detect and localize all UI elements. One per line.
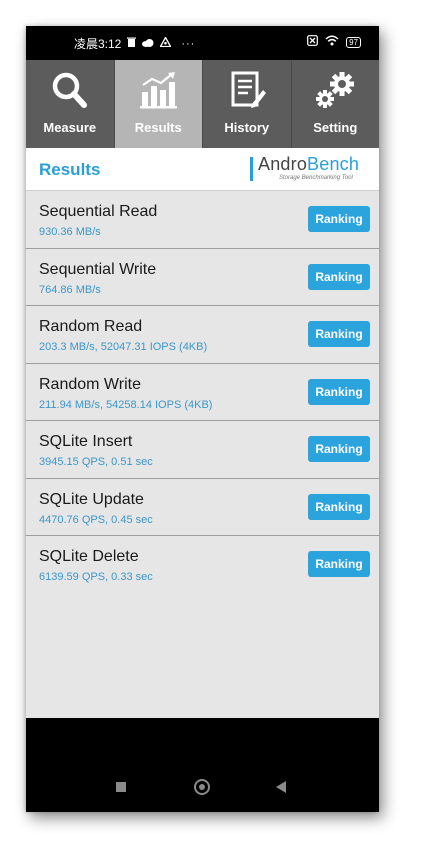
logo-wordmark: AndroBench (258, 154, 359, 175)
result-row-sqlite-insert: SQLite Insert 3945.15 QPS, 0.51 sec Rank… (26, 421, 379, 479)
more-icon: ··· (181, 37, 196, 50)
logo-subtitle: Storage Benchmarking Tool (279, 175, 353, 181)
ranking-button[interactable]: Ranking (308, 493, 370, 520)
result-row-sequential-write: Sequential Write 764.86 MB/s Ranking (26, 249, 379, 306)
result-value: 4470.76 QPS, 0.45 sec (39, 513, 153, 526)
result-title: SQLite Update (39, 490, 144, 508)
tab-setting-label: Setting (313, 120, 358, 135)
tab-setting[interactable]: Setting (292, 60, 380, 148)
results-list: Sequential Read 930.36 MB/s Ranking Sequ… (26, 191, 379, 718)
result-row-random-write: Random Write 211.94 MB/s, 54258.14 IOPS … (26, 364, 379, 421)
result-row-sequential-read: Sequential Read 930.36 MB/s Ranking (26, 191, 379, 249)
tab-history[interactable]: History (203, 60, 292, 148)
recents-button[interactable] (116, 782, 126, 792)
ranking-button[interactable]: Ranking (308, 206, 370, 232)
tab-measure-label: Measure (43, 120, 97, 135)
result-value: 211.94 MB/s, 54258.14 IOPS (4KB) (39, 398, 213, 411)
ranking-button[interactable]: Ranking (308, 551, 370, 577)
result-value: 203.3 MB/s, 52047.31 IOPS (4KB) (39, 341, 208, 353)
result-row-random-read: Random Read 203.3 MB/s, 52047.31 IOPS (4… (26, 306, 379, 364)
tab-history-label: History (224, 120, 270, 135)
result-title: SQLite Delete (39, 548, 139, 565)
page-title: Results (39, 160, 101, 179)
logo-part1: Andro (258, 154, 308, 174)
status-bar: 凌晨3:12 ··· 97 (26, 26, 379, 60)
bottom-area (26, 718, 379, 812)
logo-part2: Bench (307, 154, 360, 174)
recycle-icon (159, 35, 172, 51)
status-time: 凌晨3:12 (74, 37, 122, 51)
status-left: 凌晨3:12 ··· (74, 35, 195, 52)
tab-results[interactable]: Results (114, 60, 203, 148)
tab-measure[interactable]: Measure (26, 60, 115, 148)
ranking-button[interactable]: Ranking (308, 321, 370, 347)
status-right: 97 (307, 35, 361, 50)
battery-icon: 97 (346, 37, 361, 48)
phone-screen: 凌晨3:12 ··· 97 Measure Results History Se… (26, 26, 379, 812)
result-title: Sequential Read (39, 203, 158, 220)
tab-results-label: Results (134, 120, 182, 135)
result-title: Random Write (39, 375, 141, 393)
trash-icon (127, 37, 137, 51)
result-title: Random Read (39, 318, 143, 335)
cloud-icon (142, 37, 154, 51)
result-title: SQLite Insert (39, 433, 133, 450)
home-button[interactable] (194, 779, 210, 795)
result-title: Sequential Write (39, 260, 157, 278)
result-value: 930.36 MB/s (39, 226, 101, 238)
result-row-sqlite-delete: SQLite Delete 6139.59 QPS, 0.33 sec Rank… (26, 536, 379, 593)
results-header: Results AndroBench Storage Benchmarking … (26, 148, 379, 191)
result-row-sqlite-update: SQLite Update 4470.76 QPS, 0.45 sec Rank… (26, 479, 379, 536)
result-value: 6139.59 QPS, 0.33 sec (39, 571, 153, 583)
main-tab-bar: Measure Results History Setting (26, 60, 379, 148)
result-value: 3945.15 QPS, 0.51 sec (39, 456, 153, 468)
ranking-button[interactable]: Ranking (308, 378, 370, 405)
result-value: 764.86 MB/s (39, 283, 101, 296)
ranking-button[interactable]: Ranking (308, 263, 370, 290)
androbench-logo: AndroBench Storage Benchmarking Tool (250, 154, 365, 184)
back-button[interactable] (276, 781, 286, 793)
wifi-icon (325, 35, 339, 50)
ranking-button[interactable]: Ranking (308, 436, 370, 462)
logo-accent-bar (250, 157, 253, 181)
system-nav-bar (26, 776, 379, 800)
sim-off-icon (307, 35, 318, 50)
